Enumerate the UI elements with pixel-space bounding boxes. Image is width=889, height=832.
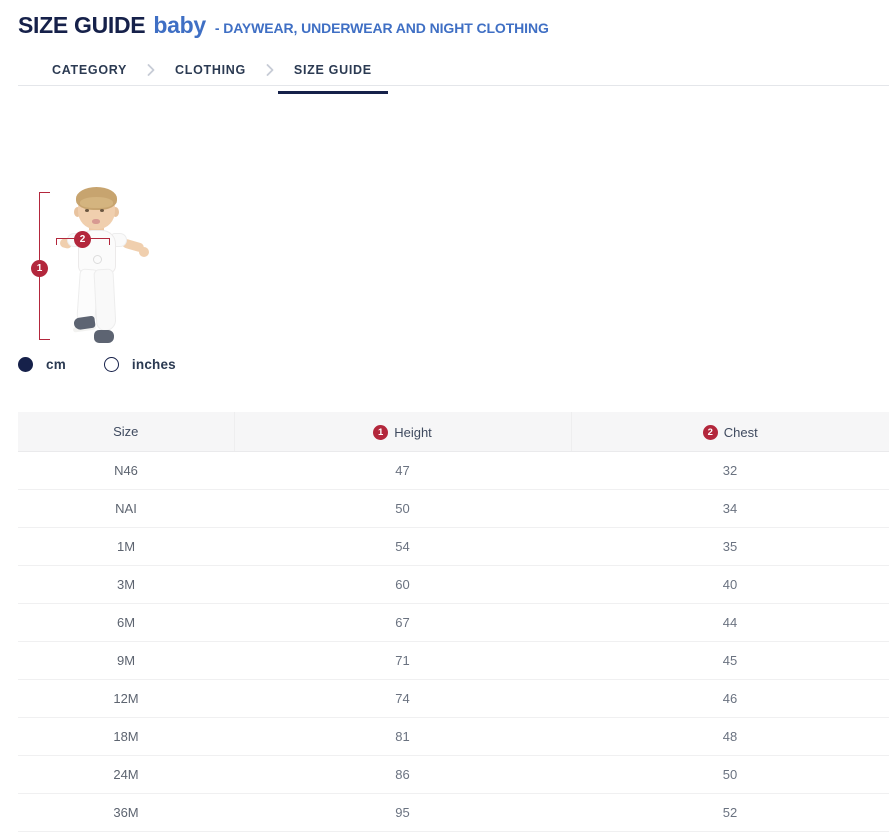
column-header-height-label: Height (394, 425, 432, 440)
table-row: 12M 74 46 (18, 680, 889, 718)
baby-hand-right (139, 247, 149, 257)
cell-size: 36M (18, 794, 234, 832)
cell-size: 3M (18, 566, 234, 604)
unit-option-inches[interactable]: inches (104, 357, 176, 372)
cell-height: 50 (234, 490, 571, 528)
column-header-size-label: Size (113, 424, 138, 439)
cell-chest: 48 (571, 718, 889, 756)
cell-height: 81 (234, 718, 571, 756)
baby-illustration: 1 2 (28, 187, 158, 352)
height-measure-tick-bottom (39, 339, 50, 340)
page-title-subtitle: - DAYWEAR, UNDERWEAR AND NIGHT CLOTHING (215, 20, 549, 36)
romper-button (93, 255, 102, 264)
table-row: 18M 81 48 (18, 718, 889, 756)
cell-height: 67 (234, 604, 571, 642)
baby-hair-fringe (80, 197, 113, 208)
cell-chest: 46 (571, 680, 889, 718)
measurement-figure: 1 2 (0, 187, 889, 357)
column-header-size: Size (18, 412, 234, 452)
size-guide-table: Size 1 Height 2 Chest N46 47 32 (18, 412, 889, 832)
table-row: 6M 67 44 (18, 604, 889, 642)
breadcrumb-item-size-guide[interactable]: SIZE GUIDE (278, 53, 388, 87)
cell-chest: 50 (571, 756, 889, 794)
page-title: SIZE GUIDE baby - DAYWEAR, UNDERWEAR AND… (18, 12, 889, 39)
chevron-right-icon (143, 64, 159, 76)
table-row: NAI 50 34 (18, 490, 889, 528)
table-row: 1M 54 35 (18, 528, 889, 566)
cell-chest: 34 (571, 490, 889, 528)
table-row: N46 47 32 (18, 452, 889, 490)
marker-badge-chest: 2 (74, 231, 91, 248)
radio-cm[interactable] (18, 357, 33, 372)
column-badge-chest: 2 (703, 425, 718, 440)
table-row: 24M 86 50 (18, 756, 889, 794)
breadcrumb-item-clothing[interactable]: CLOTHING (159, 53, 262, 87)
column-header-chest: 2 Chest (571, 412, 889, 452)
cell-chest: 44 (571, 604, 889, 642)
column-header-chest-label: Chest (724, 425, 758, 440)
page-header: SIZE GUIDE baby - DAYWEAR, UNDERWEAR AND… (0, 0, 889, 87)
cell-chest: 35 (571, 528, 889, 566)
cell-size: 1M (18, 528, 234, 566)
cell-size: 6M (18, 604, 234, 642)
cell-size: N46 (18, 452, 234, 490)
cell-height: 54 (234, 528, 571, 566)
table-header-row: Size 1 Height 2 Chest (18, 412, 889, 452)
cell-chest: 32 (571, 452, 889, 490)
chevron-right-icon (262, 64, 278, 76)
cell-chest: 45 (571, 642, 889, 680)
cell-height: 86 (234, 756, 571, 794)
cell-height: 71 (234, 642, 571, 680)
cell-height: 60 (234, 566, 571, 604)
marker-badge-height: 1 (31, 260, 48, 277)
baby-eye-right (100, 209, 104, 212)
table-body: N46 47 32 NAI 50 34 1M 54 35 3M 60 40 6M… (18, 452, 889, 832)
cell-height: 95 (234, 794, 571, 832)
page-title-accent: baby (153, 12, 205, 39)
radio-inches[interactable] (104, 357, 119, 372)
table-row: 9M 71 45 (18, 642, 889, 680)
height-measure-tick-top (39, 192, 50, 193)
cell-size: 24M (18, 756, 234, 794)
unit-option-cm[interactable]: cm (18, 357, 66, 372)
cell-size: 9M (18, 642, 234, 680)
cell-height: 74 (234, 680, 571, 718)
romper-leg-right (93, 269, 116, 332)
cell-height: 47 (234, 452, 571, 490)
shoe-right (94, 330, 114, 343)
baby-mouth (92, 219, 100, 224)
cell-size: 18M (18, 718, 234, 756)
cell-size: 12M (18, 680, 234, 718)
table-header: Size 1 Height 2 Chest (18, 412, 889, 452)
baby-eye-left (85, 209, 89, 212)
breadcrumb: CATEGORY CLOTHING SIZE GUIDE (18, 53, 889, 87)
breadcrumb-item-category[interactable]: CATEGORY (36, 53, 143, 87)
chest-measure-cap-right (109, 238, 110, 245)
header-divider (18, 85, 889, 86)
baby-photo (50, 189, 150, 349)
cell-chest: 52 (571, 794, 889, 832)
page-title-main: SIZE GUIDE (18, 12, 145, 39)
column-badge-height: 1 (373, 425, 388, 440)
table-row: 36M 95 52 (18, 794, 889, 832)
cell-size: NAI (18, 490, 234, 528)
column-header-height: 1 Height (234, 412, 571, 452)
chest-measure-cap-left (56, 238, 57, 245)
unit-selector: cm inches (18, 357, 214, 372)
unit-label-inches: inches (132, 357, 176, 372)
cell-chest: 40 (571, 566, 889, 604)
unit-label-cm: cm (46, 357, 66, 372)
table-row: 3M 60 40 (18, 566, 889, 604)
